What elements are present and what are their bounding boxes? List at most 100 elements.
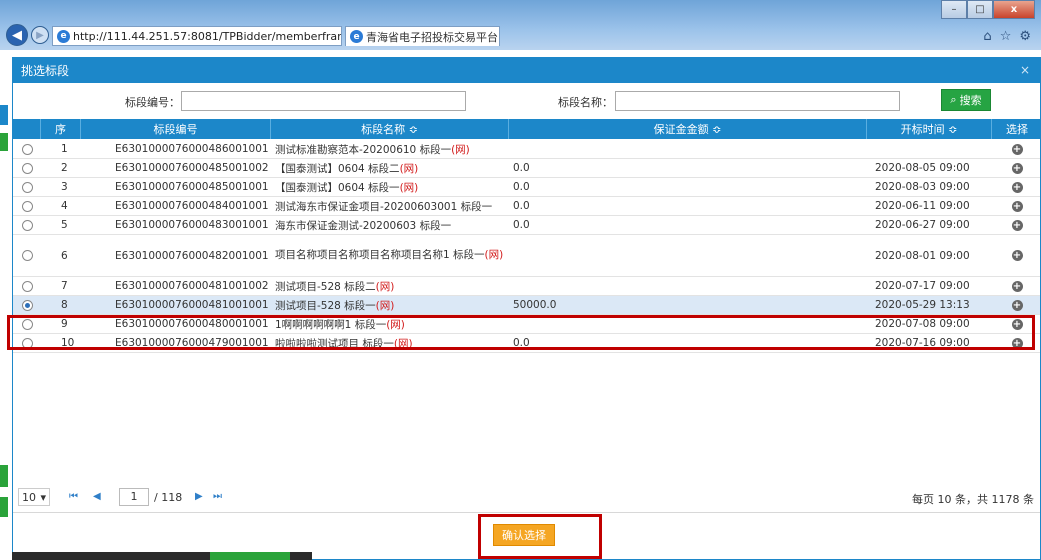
row-index: 6 — [61, 249, 68, 262]
row-section-name: 测试项目-528 标段二 (网) — [271, 277, 509, 295]
row-radio-cell[interactable] — [13, 178, 41, 196]
row-open-time: 2020-07-16 09:00 — [875, 337, 970, 349]
dialog-close-icon[interactable]: × — [1020, 63, 1030, 77]
row-open-time: 2020-08-05 09:00 — [875, 162, 970, 174]
row-pick-cell[interactable]: + — [992, 216, 1041, 234]
table-row[interactable]: 9 E6301000076000480001001 1啊啊啊啊啊啊1 标段一 (网) 2… — [13, 315, 1040, 334]
row-pick-cell[interactable]: + — [992, 315, 1041, 333]
add-circle-icon[interactable]: + — [1011, 162, 1023, 174]
confirm-select-button[interactable]: 确认选择 — [493, 524, 555, 546]
row-radio[interactable] — [21, 337, 33, 349]
add-circle-icon[interactable]: + — [1011, 250, 1023, 261]
table-row[interactable]: 4 E6301000076000484001001 测试海东市保证金项目-20200… — [13, 197, 1040, 216]
row-radio[interactable] — [21, 318, 33, 330]
row-radio[interactable] — [21, 143, 33, 155]
settings-gear-icon[interactable]: ⚙ — [1019, 29, 1031, 44]
header-open-time[interactable]: 开标时间 ≎ — [867, 119, 992, 139]
add-circle-icon[interactable]: + — [1011, 280, 1023, 292]
add-circle-icon[interactable]: + — [1011, 299, 1023, 311]
row-radio-cell[interactable] — [13, 334, 41, 352]
next-page-icon[interactable]: ▶ — [195, 491, 203, 502]
forward-button[interactable]: ▶ — [31, 26, 49, 44]
row-deposit: 0.0 — [513, 337, 530, 349]
row-radio-cell[interactable] — [13, 197, 41, 215]
row-section-code: E6301000076000479001001 — [115, 337, 269, 349]
row-net-tag: (网) — [399, 162, 419, 175]
header-section-name[interactable]: 标段名称 ≎ — [271, 119, 509, 139]
row-section-name: 测试海东市保证金项目-20200603001 标段一 — [271, 197, 509, 215]
row-radio[interactable] — [21, 162, 33, 174]
row-radio[interactable] — [21, 299, 33, 311]
address-url: http://111.44.251.57:8081/TPBidder/membe… — [73, 29, 342, 43]
window-close-button[interactable]: x — [993, 0, 1035, 19]
row-section-code: E6301000076000484001001 — [115, 200, 269, 212]
last-page-icon[interactable]: ⏭ — [213, 491, 222, 502]
add-circle-icon[interactable]: + — [1011, 200, 1023, 212]
browser-tab[interactable]: e 青海省电子招投标交易平台... × — [345, 26, 500, 46]
row-index: 3 — [61, 181, 68, 193]
row-radio-cell[interactable] — [13, 216, 41, 234]
section-code-input[interactable] — [181, 91, 466, 111]
favorites-icon[interactable]: ☆ — [1000, 29, 1012, 44]
minimize-button[interactable]: – — [941, 0, 967, 19]
header-deposit[interactable]: 保证金金额 ≎ — [509, 119, 867, 139]
row-section-name-text: 项目名称项目名称项目名称项目名称1 标段一 — [275, 249, 485, 261]
row-pick-cell[interactable]: + — [992, 140, 1041, 158]
address-bar[interactable]: e http://111.44.251.57:8081/TPBidder/mem… — [52, 26, 342, 46]
table-row[interactable]: 1 E6301000076000486001001 测试标准勘察范本-2020061… — [13, 140, 1040, 159]
row-radio[interactable] — [21, 219, 33, 231]
row-pick-cell[interactable]: + — [992, 159, 1041, 177]
maximize-button[interactable]: □ — [967, 0, 993, 19]
add-circle-icon[interactable]: + — [1011, 181, 1023, 193]
row-pick-cell[interactable]: + — [992, 334, 1041, 352]
prev-page-icon[interactable]: ◀ — [93, 491, 101, 502]
search-button-label: 搜索 — [959, 94, 982, 107]
search-button[interactable]: ⌕ 搜索 — [941, 89, 991, 111]
row-radio[interactable] — [21, 280, 33, 292]
row-pick-cell[interactable]: + — [992, 197, 1041, 215]
row-index: 1 — [61, 143, 68, 155]
row-section-name: 【国泰测试】0604 标段一 (网) — [271, 178, 509, 196]
add-circle-icon[interactable]: + — [1011, 337, 1023, 349]
row-pick-cell[interactable]: + — [992, 296, 1041, 314]
window-controls: – □ x — [941, 0, 1035, 19]
table-row[interactable]: 2 E6301000076000485001002 【国泰测试】0604 标段二 (网… — [13, 159, 1040, 178]
back-button[interactable]: ◀ — [6, 24, 28, 46]
header-index: 序 — [41, 119, 81, 139]
row-radio-cell[interactable] — [13, 235, 41, 276]
home-icon[interactable]: ⌂ — [983, 29, 991, 44]
page-size-select[interactable]: 10 ▾ — [18, 488, 50, 506]
row-radio-cell[interactable] — [13, 140, 41, 158]
row-radio-cell[interactable] — [13, 315, 41, 333]
table-row[interactable]: 5 E6301000076000483001001 海东市保证金测试-2020060… — [13, 216, 1040, 235]
add-circle-icon[interactable]: + — [1011, 318, 1023, 330]
table-row[interactable]: 6 E6301000076000482001001 项目名称项目名称项目名称项目名称… — [13, 235, 1040, 277]
row-pick-cell[interactable]: + — [992, 178, 1041, 196]
row-radio-cell[interactable] — [13, 277, 41, 295]
first-page-icon[interactable]: ⏮ — [69, 491, 78, 502]
add-circle-icon[interactable]: + — [1011, 219, 1023, 231]
row-section-code: E6301000076000485001002 — [115, 162, 269, 174]
row-radio-cell[interactable] — [13, 159, 41, 177]
row-pick-cell[interactable]: + — [992, 235, 1041, 276]
row-radio[interactable] — [21, 200, 33, 212]
table-row[interactable]: 8 E6301000076000481001001 测试项目-528 标段一 (网) 5… — [13, 296, 1040, 315]
row-radio[interactable] — [21, 181, 33, 193]
page-number-input[interactable]: 1 — [119, 488, 149, 506]
background-page-strip — [0, 57, 12, 560]
header-radio-col — [13, 119, 41, 139]
row-radio[interactable] — [21, 250, 33, 261]
row-section-code: E6301000076000482001001 — [115, 249, 269, 262]
row-open-time: 2020-08-01 09:00 — [875, 249, 970, 262]
row-section-name-text: 测试海东市保证金项目-20200603001 标段一 — [275, 200, 493, 213]
row-radio-cell[interactable] — [13, 296, 41, 314]
table-row[interactable]: 3 E6301000076000485001001 【国泰测试】0604 标段一 (网… — [13, 178, 1040, 197]
section-name-input[interactable] — [615, 91, 900, 111]
pager: 10 ▾ ⏮ ◀ 1 / 118 ▶ ⏭ 每页 10 条，共 1178 条 — [13, 486, 1040, 508]
row-index: 5 — [61, 219, 68, 231]
add-circle-icon[interactable]: + — [1011, 143, 1023, 155]
table-row[interactable]: 7 E6301000076000481001002 测试项目-528 标段二 (网) 2… — [13, 277, 1040, 296]
taskbar-active-item — [210, 552, 290, 560]
row-pick-cell[interactable]: + — [992, 277, 1041, 295]
table-row[interactable]: 10 E6301000076000479001001 啦啦啦啦测试项目 标段一 (网)… — [13, 334, 1040, 353]
